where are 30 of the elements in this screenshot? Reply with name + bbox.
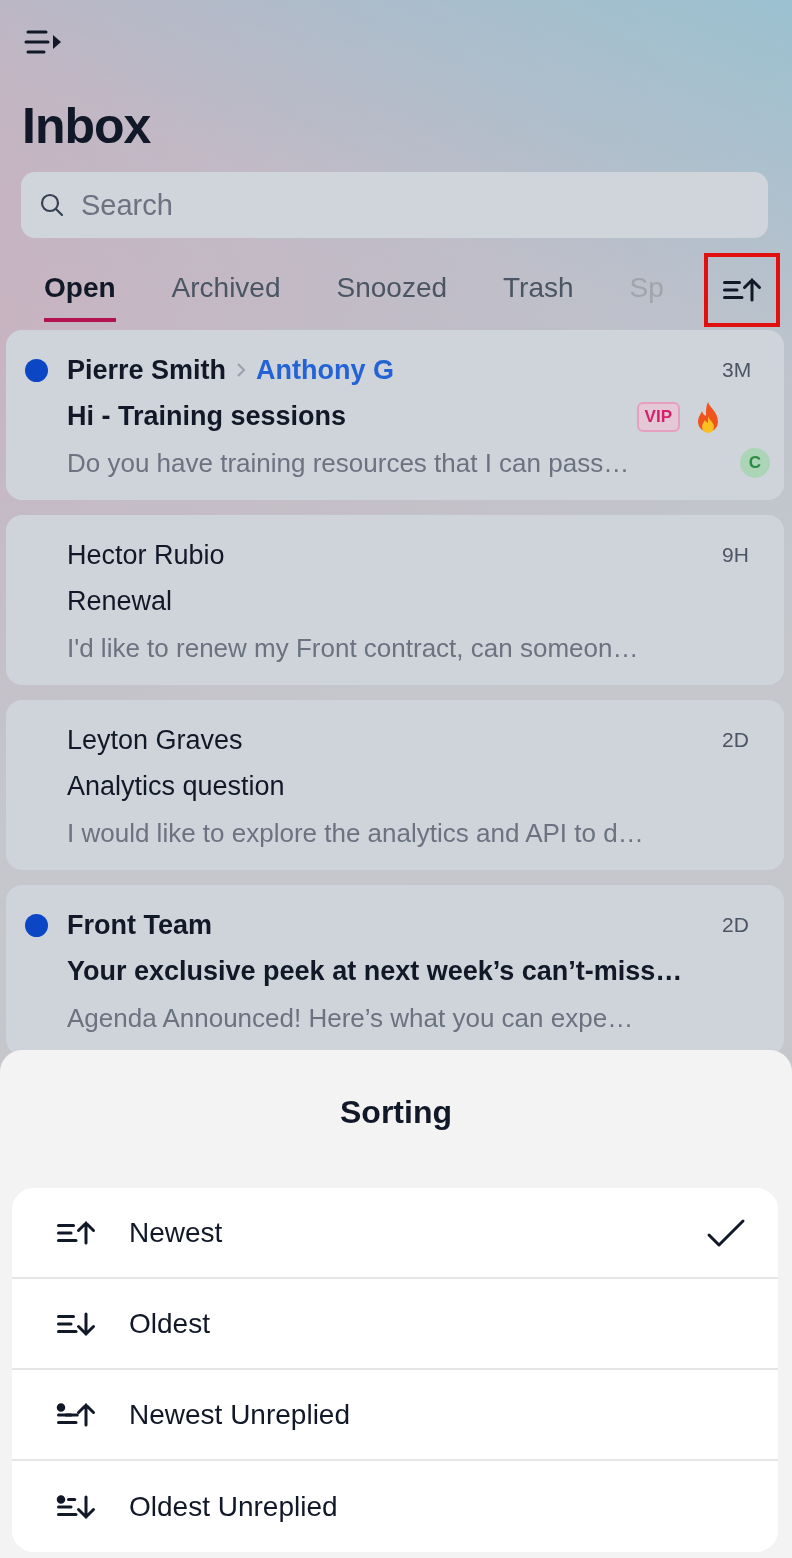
subject: Your exclusive peek at next week’s can’t-miss… xyxy=(67,956,684,988)
conversation-card[interactable]: Leyton Graves 2D Analytics question I would like to explore the analytics and API to d… xyxy=(6,700,784,870)
avatar: C xyxy=(740,448,770,479)
search-field[interactable]: Search xyxy=(21,172,768,238)
conversation-card[interactable]: Hector Rubio 9H Renewal I'd like to renew my Front contract, can someon… xyxy=(6,515,784,685)
sender-name: Leyton Graves xyxy=(67,724,243,756)
tab[interactable]: Open xyxy=(44,258,116,322)
subject: Hi - Training sessions xyxy=(67,401,348,433)
subject: Analytics question xyxy=(67,771,286,803)
tag: VIP xyxy=(636,401,680,432)
timestamp: 2D xyxy=(722,913,749,937)
sender-name: Front Team xyxy=(67,909,212,941)
message-preview: Agenda Announced! Here’s what you can expe… xyxy=(67,1002,634,1034)
message-preview: I'd like to renew my Front contract, can someon… xyxy=(67,632,639,664)
timestamp: 2D xyxy=(722,728,749,752)
sender-name: Pierre Smith xyxy=(67,354,227,386)
sheet-title: Sorting xyxy=(340,1093,452,1132)
conversation-card[interactable]: Pierre Smith Anthony G 3M Hi - Training sessions VIP Do you have training resources that I can pass… C xyxy=(6,330,784,500)
message-preview: Do you have training resources that I can pass… xyxy=(67,447,630,479)
tab[interactable]: Snoozed xyxy=(336,258,448,322)
page-title: Inbox xyxy=(22,97,151,156)
message-preview: I would like to explore the analytics and API to d… xyxy=(67,817,644,849)
subject: Renewal xyxy=(67,586,174,618)
assignee-name: Anthony G xyxy=(256,354,395,386)
timestamp: 9H xyxy=(722,543,749,567)
sort-button[interactable] xyxy=(704,253,780,327)
timestamp: 3M xyxy=(722,358,752,382)
tab[interactable]: Trash xyxy=(503,258,574,322)
sender-name: Hector Rubio xyxy=(67,539,225,571)
tab[interactable]: Archived xyxy=(171,258,281,322)
